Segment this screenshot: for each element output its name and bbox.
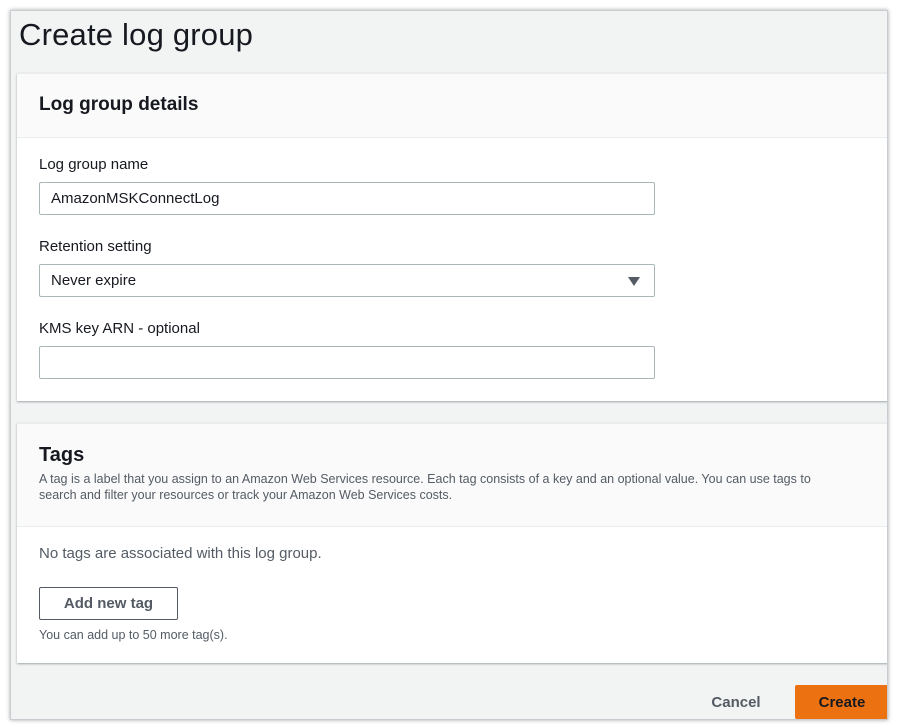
tags-description-line2: search and filter your resources or trac… xyxy=(39,488,453,502)
tags-description-line1: A tag is a label that you assign to an A… xyxy=(39,472,811,486)
retention-setting-select[interactable]: Never expire xyxy=(39,264,655,297)
kms-key-arn-label: KMS key ARN - optional xyxy=(39,320,200,337)
create-log-group-window: Create log group Log group details Log g… xyxy=(10,10,888,720)
tags-description: A tag is a label that you assign to an A… xyxy=(39,471,873,503)
page-title: Create log group xyxy=(19,17,254,52)
tags-panel: Tags A tag is a label that you assign to… xyxy=(17,423,887,663)
cancel-button[interactable]: Cancel xyxy=(695,685,777,719)
log-group-name-label: Log group name xyxy=(39,156,149,173)
kms-key-arn-input[interactable] xyxy=(39,346,655,379)
details-heading: Log group details xyxy=(39,94,199,115)
caret-down-icon xyxy=(628,277,640,286)
tags-heading: Tags xyxy=(39,444,85,466)
retention-setting-label: Retention setting xyxy=(39,238,152,255)
no-tags-message: No tags are associated with this log gro… xyxy=(39,545,322,562)
details-panel-header: Log group details xyxy=(17,74,887,138)
log-group-details-panel: Log group details Log group name Retenti… xyxy=(17,73,887,401)
log-group-name-input[interactable] xyxy=(39,182,655,215)
tag-limit-hint: You can add up to 50 more tag(s). xyxy=(39,628,228,642)
retention-setting-value: Never expire xyxy=(51,272,137,289)
create-button[interactable]: Create xyxy=(795,685,887,719)
tags-panel-header: Tags A tag is a label that you assign to… xyxy=(17,424,887,527)
add-new-tag-button[interactable]: Add new tag xyxy=(39,587,178,620)
